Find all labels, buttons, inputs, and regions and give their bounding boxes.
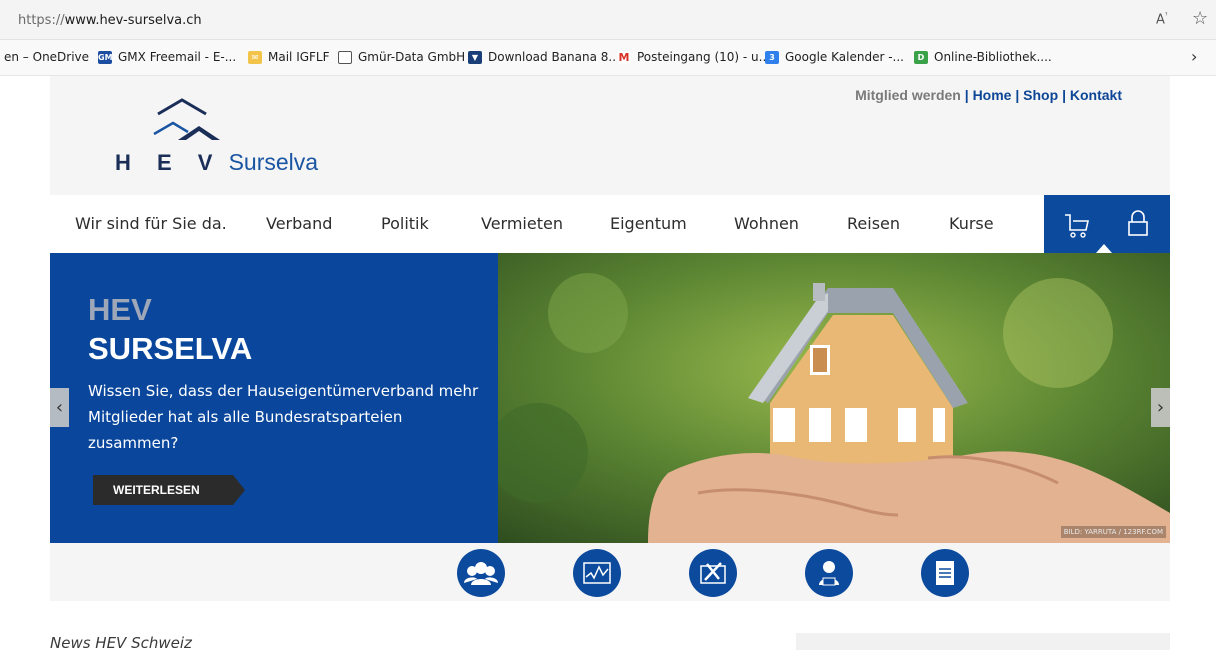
contact-link[interactable]: Kontakt <box>1070 87 1122 103</box>
banana-icon: ▼ <box>468 50 482 64</box>
news-doc-icon[interactable] <box>921 549 969 597</box>
nav-item-politik[interactable]: Politik <box>381 214 429 233</box>
main-navigation: Wir sind für Sie da. Verband Politik Ver… <box>50 195 1170 253</box>
calendar-icon: 3 <box>765 50 779 64</box>
house-in-hands-image <box>488 253 1170 543</box>
news-section-title: News HEV Schweiz <box>50 634 192 652</box>
join-link[interactable]: Mitglied werden <box>855 87 961 103</box>
favorite-label: Posteingang (10) - u... <box>637 50 771 64</box>
url-field[interactable]: https://www.hev-surselva.ch <box>18 13 202 28</box>
hero-image: BILD: YARRUTA / 123RF.COM <box>488 253 1170 543</box>
hero-text-panel: HEV SURSELVA Wissen Sie, dass der Hausei… <box>50 253 498 543</box>
hero-title: SURSELVA <box>88 331 253 366</box>
favorite-label: Mail IGFLF <box>268 50 330 64</box>
shop-link[interactable]: Shop <box>1023 87 1058 103</box>
favorites-bar: en – OneDrive GMX GMX Freemail - E-... ✉ M… <box>0 40 1216 76</box>
read-more-button[interactable]: WEITERLESEN <box>93 475 245 505</box>
image-credit: BILD: YARRUTA / 123RF.COM <box>1060 526 1166 538</box>
quick-links-bar <box>50 543 1170 601</box>
separator: | <box>1015 87 1020 103</box>
url-host: www.hev-surselva.ch <box>64 13 202 28</box>
logo-letters: H E V <box>115 150 223 175</box>
page-icon <box>338 50 352 64</box>
nav-item-verband[interactable]: Verband <box>266 214 332 233</box>
favorite-label: Download Banana 8... <box>488 50 620 64</box>
separator: | <box>964 87 969 103</box>
favorite-gmail[interactable]: M Posteingang (10) - u... <box>617 50 770 64</box>
hero-text: Wissen Sie, dass der Hauseigentümerverba… <box>88 382 479 452</box>
nav-item-eigentum[interactable]: Eigentum <box>610 214 687 233</box>
library-icon: D <box>914 50 928 64</box>
favorite-label: GMX Freemail - E-... <box>118 50 237 64</box>
tools-icon[interactable] <box>689 549 737 597</box>
advisor-icon[interactable] <box>805 549 853 597</box>
nav-tools <box>1044 195 1170 253</box>
favorite-google-calendar[interactable]: 3 Google Kalender -... <box>765 50 904 64</box>
favorite-label: Google Kalender -... <box>785 50 904 64</box>
favorite-label: Gmür-Data GmbH <box>358 50 466 64</box>
cart-icon[interactable] <box>1062 210 1092 240</box>
favorite-gmuer-data[interactable]: Gmür-Data GmbH <box>338 50 465 64</box>
top-links: Mitglied werden | Home | Shop | Kontakt <box>855 87 1122 103</box>
members-icon[interactable] <box>457 549 505 597</box>
favorite-banana[interactable]: ▼ Download Banana 8... <box>468 50 620 64</box>
chevron-right-icon[interactable]: › <box>1191 47 1197 66</box>
mail-icon: ✉ <box>248 50 262 64</box>
logo-wordmark: H E V Surselva <box>115 149 318 176</box>
sidebar-box <box>796 633 1170 650</box>
favorite-onedrive[interactable]: en – OneDrive <box>4 50 89 64</box>
website: H E V Surselva Mitglied werden | Home | … <box>50 76 1170 652</box>
star-icon[interactable]: ☆ <box>1192 8 1208 29</box>
separator: | <box>1062 87 1066 103</box>
address-bar[interactable]: https://www.hev-surselva.ch Aꜛ ☆ <box>0 0 1216 40</box>
favorite-gmx[interactable]: GMX GMX Freemail - E-... <box>98 50 236 64</box>
favorite-online-bibliothek[interactable]: D Online-Bibliothek.... <box>914 50 1052 64</box>
read-aloud-icon[interactable]: Aꜛ <box>1156 11 1168 27</box>
favorite-label: en – OneDrive <box>4 50 90 64</box>
url-scheme: https:// <box>18 13 65 28</box>
nav-item-service[interactable]: Wir sind für Sie da. <box>75 214 227 233</box>
chart-icon[interactable] <box>573 549 621 597</box>
favorite-mail-igflf[interactable]: ✉ Mail IGFLF <box>248 50 330 64</box>
gmail-icon: M <box>617 50 631 64</box>
home-link[interactable]: Home <box>973 87 1012 103</box>
site-header: H E V Surselva Mitglied werden | Home | … <box>50 76 1170 195</box>
nav-item-kurse[interactable]: Kurse <box>949 214 994 233</box>
hero-kicker: HEV <box>88 292 152 327</box>
slider-prev-button[interactable]: ‹ <box>50 388 69 427</box>
slider-next-button[interactable]: › <box>1151 388 1170 427</box>
hero-slider: HEV SURSELVA Wissen Sie, dass der Hausei… <box>50 253 1170 543</box>
lock-icon[interactable] <box>1126 209 1150 239</box>
active-caret <box>1096 244 1112 253</box>
favorite-label: Online-Bibliothek.... <box>934 50 1052 64</box>
nav-item-wohnen[interactable]: Wohnen <box>734 214 799 233</box>
nav-item-reisen[interactable]: Reisen <box>847 214 900 233</box>
house-roof-logo-icon <box>153 98 220 140</box>
logo-name: Surselva <box>228 149 319 175</box>
gmx-icon: GMX <box>98 50 119 64</box>
nav-item-vermieten[interactable]: Vermieten <box>481 214 563 233</box>
